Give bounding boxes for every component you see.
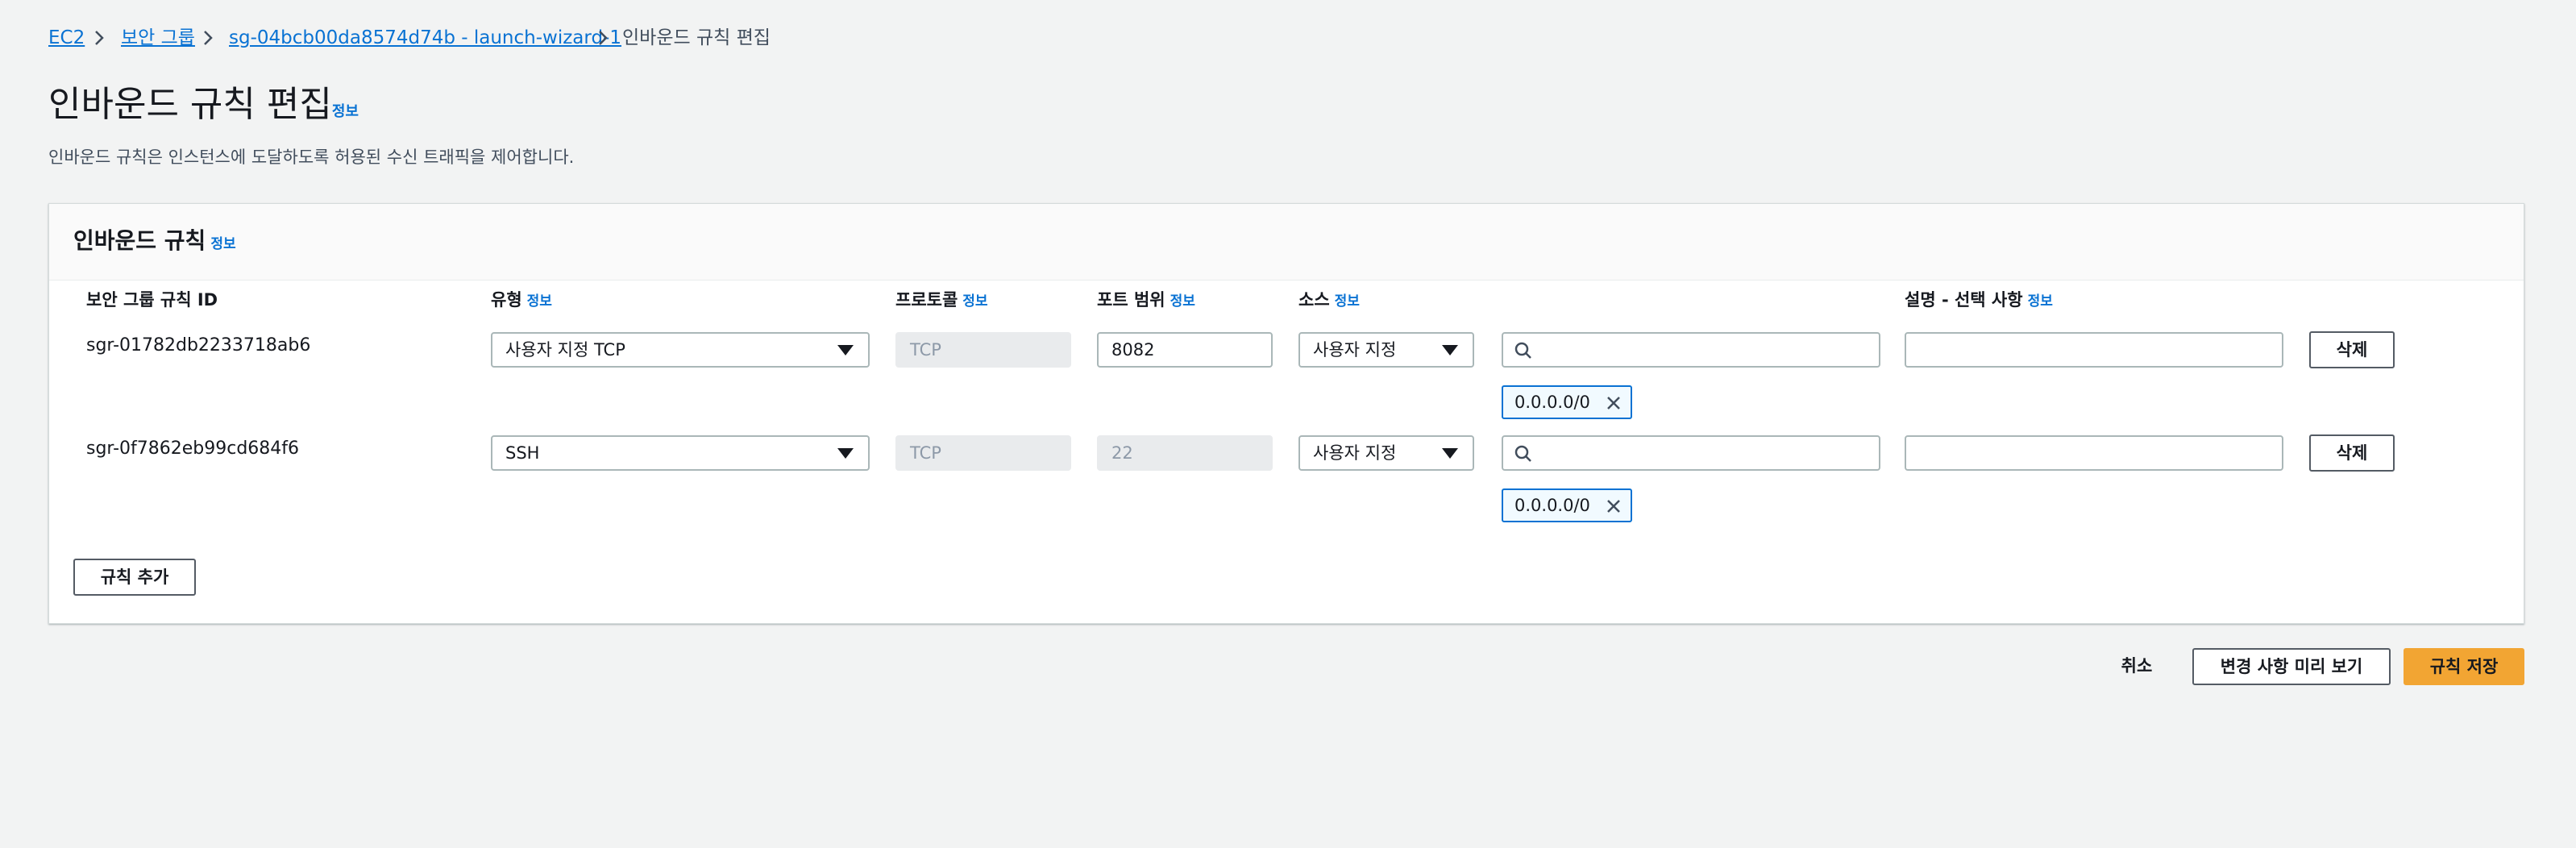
delete-button[interactable]: 삭제 (2309, 434, 2395, 472)
delete-button[interactable]: 삭제 (2309, 331, 2395, 368)
preview-changes-button[interactable]: 변경 사항 미리 보기 (2192, 648, 2391, 685)
protocol-field: TCP (895, 435, 1071, 471)
column-protocol: 프로토콜 정보 (895, 288, 988, 314)
column-type: 유형 정보 (491, 288, 552, 314)
column-rule-id: 보안 그룹 규칙 ID (86, 290, 218, 310)
port-range-input[interactable]: 8082 (1097, 332, 1273, 368)
add-rule-button[interactable]: 규칙 추가 (73, 559, 196, 596)
source-cidr-value: 0.0.0.0/0 (1514, 393, 1590, 412)
source-cidr-token: 0.0.0.0/0 (1502, 488, 1632, 522)
source-cidr-token: 0.0.0.0/0 (1502, 385, 1632, 419)
breadcrumb-security-groups[interactable]: 보안 그룹 (121, 26, 195, 50)
type-info-link[interactable]: 정보 (527, 293, 552, 310)
chevron-right-icon (95, 31, 104, 45)
cancel-button[interactable]: 취소 (2105, 647, 2168, 684)
caret-down-icon (1442, 345, 1458, 355)
column-source-label: 소스 (1298, 290, 1330, 310)
breadcrumb-security-group[interactable]: sg-04bcb00da8574d74b - launch-wizard-1 (229, 26, 621, 50)
close-icon[interactable] (1605, 497, 1622, 515)
page-info-link[interactable]: 정보 (332, 103, 359, 120)
type-select-value: SSH (505, 443, 540, 463)
port-info-link[interactable]: 정보 (1170, 293, 1195, 310)
column-port-range: 포트 범위 정보 (1097, 288, 1195, 314)
panel-info-link[interactable]: 정보 (210, 236, 235, 252)
breadcrumb-ec2[interactable]: EC2 (48, 26, 85, 50)
panel-title: 인바운드 규칙 정보 (73, 225, 236, 260)
page-description: 인바운드 규칙은 인스턴스에 도달하도록 허용된 수신 트래픽을 제어합니다. (48, 148, 575, 167)
rule-id: sgr-01782db2233718ab6 (86, 335, 311, 355)
search-icon (1514, 445, 1531, 462)
caret-down-icon (837, 345, 854, 355)
close-icon[interactable] (1605, 394, 1622, 412)
save-rules-button[interactable]: 규칙 저장 (2404, 648, 2524, 685)
breadcrumb-current: 인바운드 규칙 편집 (622, 27, 771, 48)
description-input[interactable] (1905, 435, 2283, 471)
page-title: 인바운드 규칙 편집정보 (48, 82, 359, 135)
column-port-range-label: 포트 범위 (1097, 290, 1165, 310)
source-type-select[interactable]: 사용자 지정 (1298, 435, 1474, 471)
caret-down-icon (837, 448, 854, 459)
panel-header: 인바운드 규칙 정보 (49, 204, 2524, 281)
column-protocol-label: 프로토콜 (895, 290, 958, 310)
chevron-right-icon (599, 31, 608, 45)
column-source: 소스 정보 (1298, 288, 1360, 314)
column-description: 설명 - 선택 사항 정보 (1905, 288, 2053, 314)
type-select[interactable]: SSH (491, 435, 870, 471)
inbound-rules-panel: 인바운드 규칙 정보 보안 그룹 규칙 ID 유형 정보 프로토콜 정보 포트 범위 정… (48, 203, 2524, 624)
column-type-label: 유형 (491, 290, 522, 310)
port-range-field: 22 (1097, 435, 1273, 471)
source-type-value: 사용자 지정 (1313, 340, 1397, 360)
description-info-link[interactable]: 정보 (2028, 293, 2053, 310)
type-select[interactable]: 사용자 지정 TCP (491, 332, 870, 368)
source-type-select[interactable]: 사용자 지정 (1298, 332, 1474, 368)
search-icon (1514, 342, 1531, 359)
caret-down-icon (1442, 448, 1458, 459)
type-select-value: 사용자 지정 TCP (505, 340, 625, 360)
chevron-right-icon (204, 31, 213, 45)
source-type-value: 사용자 지정 (1313, 443, 1397, 463)
rule-id: sgr-0f7862eb99cd684f6 (86, 439, 300, 459)
description-input[interactable] (1905, 332, 2283, 368)
source-cidr-value: 0.0.0.0/0 (1514, 496, 1590, 515)
protocol-field: TCP (895, 332, 1071, 368)
page-title-text: 인바운드 규칙 편집 (48, 84, 332, 125)
panel-title-text: 인바운드 규칙 (73, 227, 206, 254)
source-search-input[interactable] (1502, 435, 1880, 471)
column-description-label: 설명 - 선택 사항 (1905, 290, 2023, 310)
source-info-link[interactable]: 정보 (1335, 293, 1360, 310)
source-search-input[interactable] (1502, 332, 1880, 368)
protocol-info-link[interactable]: 정보 (962, 293, 987, 310)
